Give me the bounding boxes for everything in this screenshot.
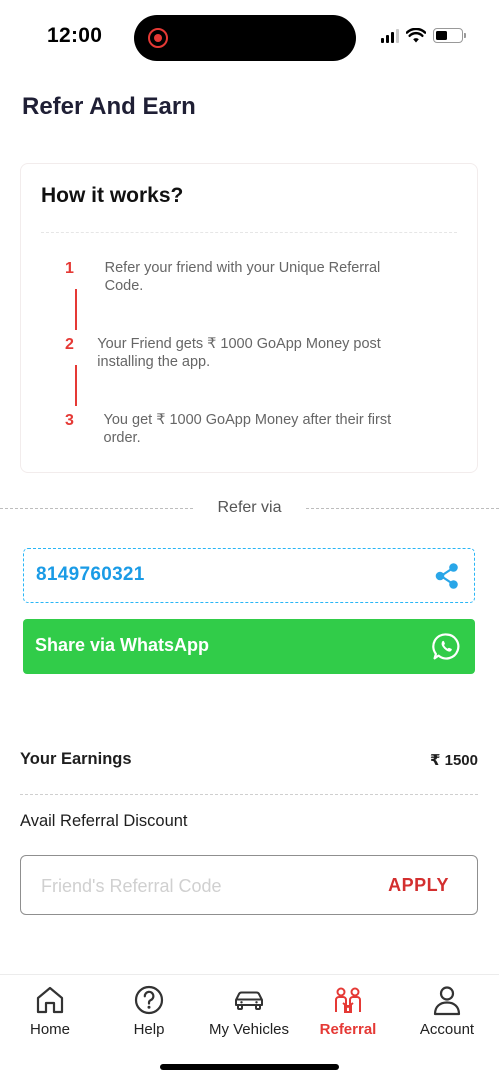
cellular-signal-icon [381,28,399,43]
how-it-works-card: How it works? 1 Refer your friend with y… [20,163,478,473]
home-icon [36,986,64,1014]
car-icon [235,991,263,1010]
nav-item-home[interactable]: Home [0,983,100,1038]
step-text: You get ₹ 1000 GoApp Money after their f… [103,412,392,446]
apply-button[interactable]: APPLY [388,875,449,896]
step-text: Refer your friend with your Unique Refer… [104,260,381,294]
nav-label: Home [29,1021,70,1038]
refer-via-separator: Refer via [0,498,499,518]
status-time: 12:00 [47,24,103,47]
recording-indicator-icon [148,28,168,48]
share-icon[interactable] [433,562,461,590]
referral-code[interactable]: 8149760321 [36,564,145,586]
share-via-whatsapp-button[interactable]: Share via WhatsApp [23,619,475,674]
nav-label: Account [419,1021,475,1038]
home-indicator [160,1064,339,1070]
step-connector [75,289,77,330]
status-bar: 12:00 [0,0,499,74]
step-item: 1 Refer your friend with your Unique Ref… [65,259,405,295]
nav-label: Help [133,1021,165,1038]
nav-item-help[interactable]: Help [99,983,199,1038]
how-it-works-title: How it works? [41,184,184,207]
earnings-label: Your Earnings [20,750,132,768]
whatsapp-icon [432,633,460,660]
dynamic-island [134,15,356,61]
step-number: 3 [65,412,74,429]
card-divider [41,232,457,233]
divider [20,794,478,795]
earnings-value: ₹ 1500 [430,752,478,769]
page-title: Refer And Earn [22,93,196,120]
battery-icon [433,28,466,43]
friend-referral-code-input[interactable] [41,874,361,898]
help-icon [134,985,164,1015]
referral-icon [335,987,361,1013]
step-number: 1 [65,260,74,277]
account-icon [433,986,461,1016]
step-text: Your Friend gets ₹ 1000 GoApp Money post… [97,336,381,370]
nav-label: Referral [319,1021,377,1038]
avail-referral-discount-label: Avail Referral Discount [20,812,188,830]
step-item: 2 Your Friend gets ₹ 1000 GoApp Money po… [65,335,405,371]
nav-label: My Vehicles [208,1021,290,1038]
step-item: 3 You get ₹ 1000 GoApp Money after their… [65,411,405,447]
referral-code-field: APPLY [20,855,478,915]
status-icons [381,28,466,43]
referral-code-box[interactable]: 8149760321 [23,548,475,603]
divider [306,508,499,509]
wifi-icon [406,28,426,43]
nav-item-my-vehicles[interactable]: My Vehicles [199,983,299,1038]
whatsapp-button-label: Share via WhatsApp [35,635,210,655]
nav-item-account[interactable]: Account [397,983,497,1038]
step-number: 2 [65,336,74,353]
earnings-row: Your Earnings ₹ 1500 [20,750,478,774]
step-connector [75,365,77,406]
nav-item-referral[interactable]: Referral [298,983,398,1038]
